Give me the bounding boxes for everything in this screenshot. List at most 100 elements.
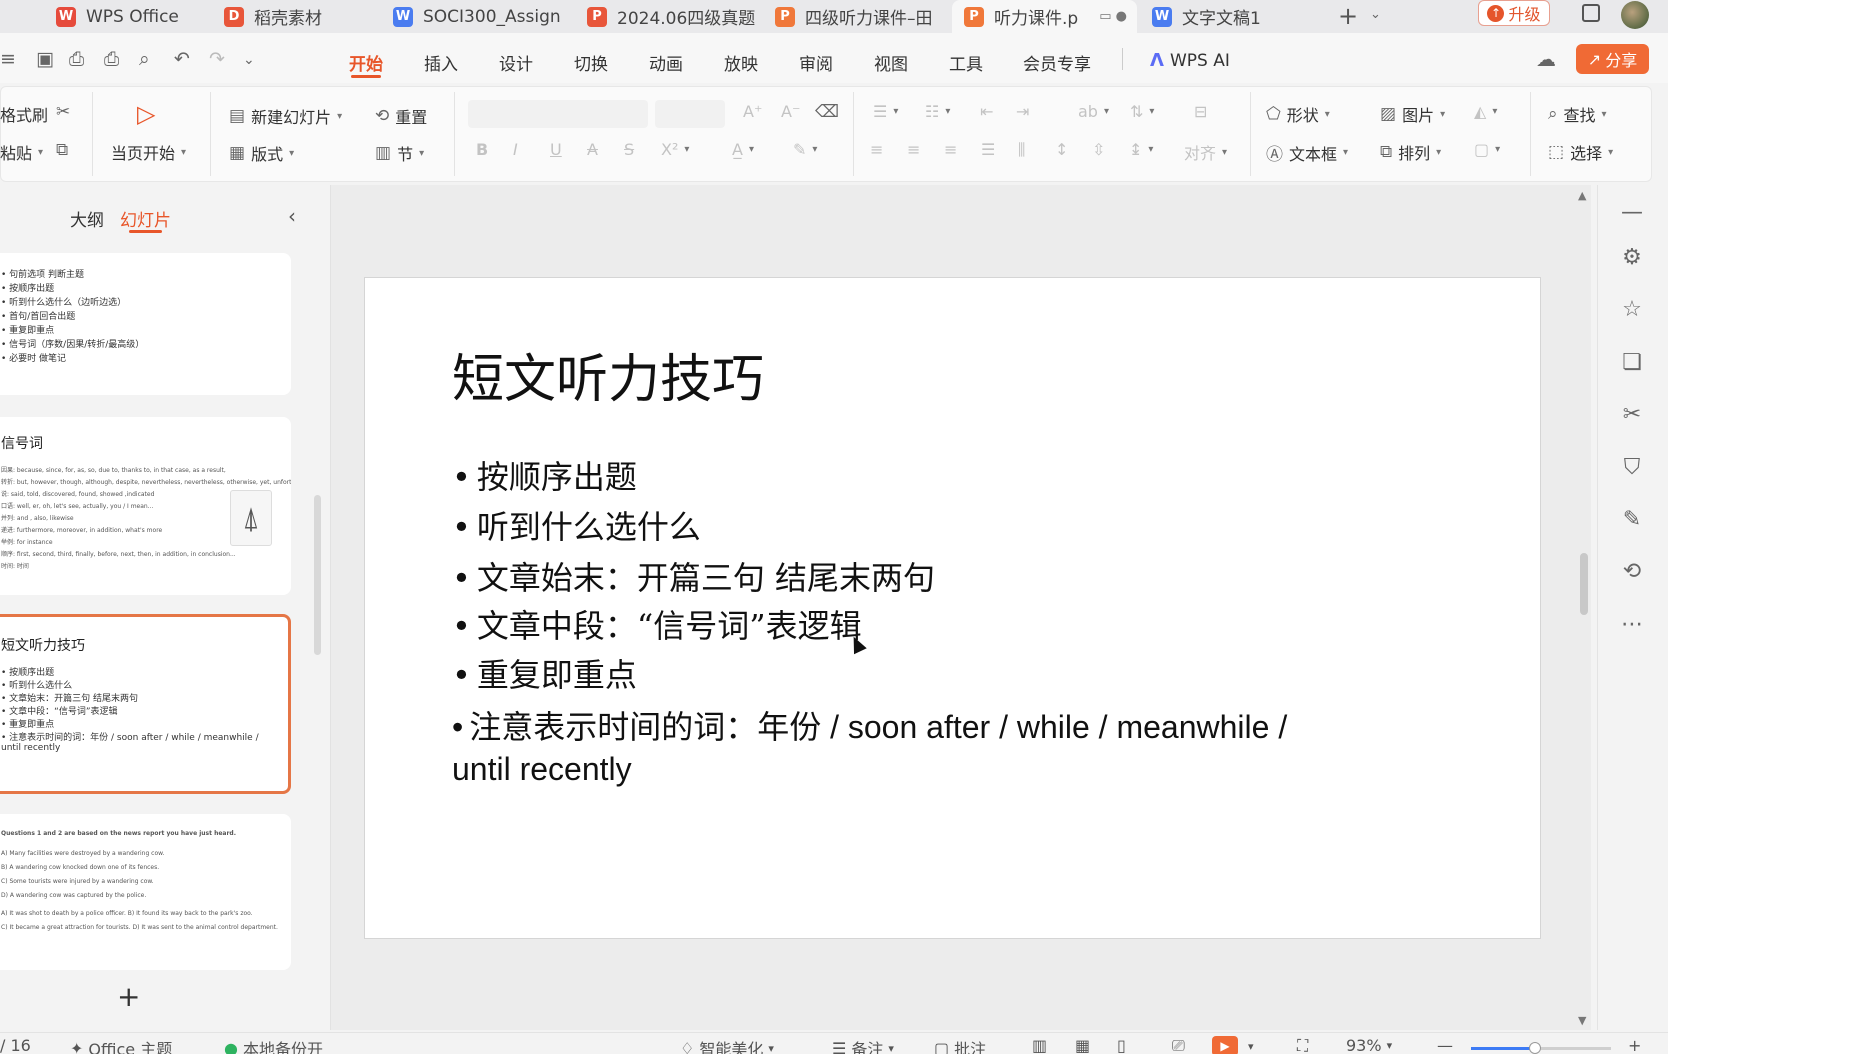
new-slide-button[interactable]: ▤ 新建幻灯片 ▾ bbox=[229, 104, 342, 128]
image-edit-icon[interactable]: ✎ bbox=[1617, 507, 1647, 532]
slide-bullet[interactable]: • 听到什么选什么 bbox=[452, 502, 701, 548]
canvas-scrollbar[interactable] bbox=[1580, 553, 1588, 615]
reading-view-icon[interactable]: ▯ bbox=[1117, 1036, 1126, 1054]
tab-wps-office[interactable]: W WPS Office bbox=[44, 0, 194, 33]
tab-outline[interactable]: 大纲 bbox=[70, 206, 104, 231]
paragraph-spacing-button[interactable]: ↕ bbox=[1055, 140, 1068, 159]
menu-member[interactable]: 会员专享 bbox=[1023, 50, 1091, 75]
file-menu-icon[interactable]: ≡ bbox=[0, 48, 16, 70]
grow-font-button[interactable]: A⁺ bbox=[743, 102, 762, 121]
slide-bullet[interactable]: • 注意表示时间的词：年份 / soon after / while / mean… bbox=[452, 702, 1287, 748]
play-current-icon[interactable]: ▷ bbox=[137, 100, 155, 128]
increase-indent-button[interactable]: ⇥ bbox=[1016, 102, 1029, 121]
tools-icon[interactable]: ✂ bbox=[1617, 402, 1647, 427]
text-fit-button[interactable]: ⊟ bbox=[1194, 102, 1207, 121]
slide-thumbnail-3-selected[interactable]: 短文听力技巧 • 按顺序出题 • 听到什么选什么 • 文章始末：开篇三句 结尾末… bbox=[0, 614, 291, 794]
distribute-button[interactable]: ⫼ bbox=[1018, 140, 1025, 160]
slide-thumbnail-4[interactable]: Questions 1 and 2 are based on the news … bbox=[0, 814, 291, 970]
font-size-select[interactable] bbox=[655, 100, 725, 128]
decrease-indent-button[interactable]: ⇤ bbox=[980, 102, 993, 121]
theme-indicator[interactable]: ✦ Office 主题 bbox=[70, 1036, 172, 1054]
window-restore-icon[interactable] bbox=[1582, 4, 1600, 22]
more-options-icon[interactable]: ⋯ bbox=[1617, 612, 1647, 637]
menu-home[interactable]: 开始 bbox=[349, 50, 383, 75]
menu-view[interactable]: 视图 bbox=[874, 50, 908, 75]
textbox-button[interactable]: Ⓐ 文本框 ▾ bbox=[1266, 140, 1348, 166]
shrink-font-button[interactable]: A⁻ bbox=[781, 102, 800, 121]
zoom-out-icon[interactable]: — bbox=[1437, 1036, 1453, 1054]
chevron-down-icon[interactable]: ⌄ bbox=[1370, 7, 1381, 22]
tab-docer-assets[interactable]: D 稻壳素材 bbox=[212, 0, 362, 33]
normal-view-icon[interactable]: ▥ bbox=[1032, 1036, 1047, 1054]
slide-bullet[interactable]: • 文章始末：开篇三句 结尾末两句 bbox=[452, 553, 935, 599]
picture-button[interactable]: ▨ 图片 ▾ bbox=[1380, 102, 1445, 126]
text-direction-button[interactable]: ab ▾ bbox=[1078, 102, 1109, 121]
fit-window-icon[interactable]: ⛶ bbox=[1297, 1036, 1308, 1054]
play-from-current-button[interactable]: 当页开始 ▾ bbox=[111, 140, 186, 164]
slide-bullet[interactable]: • 重复即重点 bbox=[452, 650, 637, 696]
tab-cet4-listening-courseware[interactable]: P 四级听力课件–田 bbox=[763, 0, 948, 33]
line-spacing-button[interactable]: ⇅ ▾ bbox=[1130, 102, 1154, 121]
new-tab-plus-icon[interactable]: + bbox=[1338, 2, 1358, 30]
copy-button[interactable]: ⧉ bbox=[56, 140, 68, 160]
bold-button[interactable]: B bbox=[476, 140, 488, 159]
share-button[interactable]: ↗ 分享 bbox=[1576, 44, 1649, 74]
tab-cet4-real-exam[interactable]: P 2024.06四级真题 bbox=[575, 0, 760, 33]
superscript-button[interactable]: X² ▾ bbox=[661, 140, 689, 159]
find-button[interactable]: ⌕ 查找 ▾ bbox=[1548, 102, 1607, 126]
align-right-button[interactable]: ≡ bbox=[944, 140, 957, 159]
menu-animations[interactable]: 动画 bbox=[649, 50, 683, 75]
outline-button[interactable]: ▢ ▾ bbox=[1474, 140, 1500, 159]
scroll-up-icon[interactable]: ▲ bbox=[1578, 189, 1586, 202]
add-slide-plus-icon[interactable]: + bbox=[117, 980, 140, 1013]
italic-button[interactable]: I bbox=[513, 140, 518, 159]
tab-text-document-1[interactable]: W 文字文稿1 bbox=[1140, 0, 1325, 33]
numbering-button[interactable]: ☷ ▾ bbox=[925, 102, 950, 121]
cut-button[interactable]: ✂ bbox=[56, 102, 70, 122]
collapse-panel-icon[interactable]: — bbox=[1617, 200, 1647, 225]
format-painter-button[interactable]: 格式刷 bbox=[0, 102, 48, 126]
arrange-button[interactable]: ⧉ 排列 ▾ bbox=[1380, 140, 1441, 164]
wps-ai-button[interactable]: Ʌ WPS AI bbox=[1150, 50, 1230, 71]
scroll-down-icon[interactable]: ▼ bbox=[1578, 1014, 1586, 1027]
align-button[interactable]: 对齐 ▾ bbox=[1184, 140, 1227, 164]
chevron-down-icon[interactable]: ▾ bbox=[1248, 1040, 1254, 1053]
menu-slideshow[interactable]: 放映 bbox=[724, 50, 758, 75]
paste-button[interactable]: 粘贴 ▾ bbox=[0, 140, 43, 164]
font-color-button[interactable]: A̲ ▾ bbox=[732, 140, 754, 159]
redo-icon[interactable]: ↷ bbox=[209, 48, 225, 70]
thumbnail-scrollbar[interactable] bbox=[314, 495, 321, 655]
menu-insert[interactable]: 插入 bbox=[424, 50, 458, 75]
menu-design[interactable]: 设计 bbox=[499, 50, 533, 75]
bullets-button[interactable]: ☰ ▾ bbox=[873, 102, 898, 121]
spacing-dropdown[interactable]: ↨ ▾ bbox=[1129, 140, 1153, 159]
font-family-select[interactable] bbox=[468, 100, 648, 128]
export-pdf-icon[interactable]: ⎙ bbox=[69, 48, 84, 70]
chat-bubbles-icon[interactable]: ❏ bbox=[1617, 350, 1647, 375]
shape-button[interactable]: ⬠ 形状 ▾ bbox=[1266, 102, 1330, 126]
upgrade-button[interactable]: ↑ 升级 bbox=[1478, 0, 1550, 26]
strikethrough-button[interactable]: A bbox=[587, 140, 598, 159]
presenter-view-icon[interactable]: ⎚ bbox=[1172, 1036, 1185, 1054]
slide-bullet[interactable]: • 按顺序出题 bbox=[452, 452, 637, 498]
print-preview-icon[interactable]: ⌕ bbox=[139, 48, 150, 70]
zoom-in-icon[interactable]: + bbox=[1628, 1036, 1641, 1054]
clear-format-button[interactable]: ⌫ bbox=[815, 102, 839, 122]
layout-button[interactable]: ▦ 版式 ▾ bbox=[229, 141, 294, 165]
unsaved-dot-icon[interactable]: ▭ ● bbox=[1099, 9, 1127, 24]
select-button[interactable]: ⬚ 选择 ▾ bbox=[1548, 140, 1613, 164]
play-slideshow-button[interactable]: ▶ bbox=[1212, 1036, 1238, 1054]
properties-sliders-icon[interactable]: ⚙ bbox=[1617, 245, 1647, 270]
cloud-sync-icon[interactable]: ☁ bbox=[1536, 47, 1556, 71]
collapse-pane-icon[interactable]: ‹ bbox=[288, 204, 296, 228]
user-avatar[interactable] bbox=[1621, 1, 1649, 29]
reset-button[interactable]: ⟲ 重置 bbox=[375, 104, 427, 128]
slide-bullet-continuation[interactable]: until recently bbox=[452, 751, 632, 788]
align-left-button[interactable]: ≡ bbox=[870, 140, 883, 159]
comments-button[interactable]: ▢ 批注 bbox=[934, 1036, 986, 1054]
print-icon[interactable]: ⎙ bbox=[104, 48, 119, 70]
section-button[interactable]: ▥ 节 ▾ bbox=[375, 141, 424, 165]
zoom-level[interactable]: 93% ▾ bbox=[1346, 1036, 1392, 1054]
tab-slides[interactable]: 幻灯片 bbox=[120, 206, 171, 231]
tab-soci300-assignment[interactable]: W SOCI300_Assign bbox=[381, 0, 571, 33]
